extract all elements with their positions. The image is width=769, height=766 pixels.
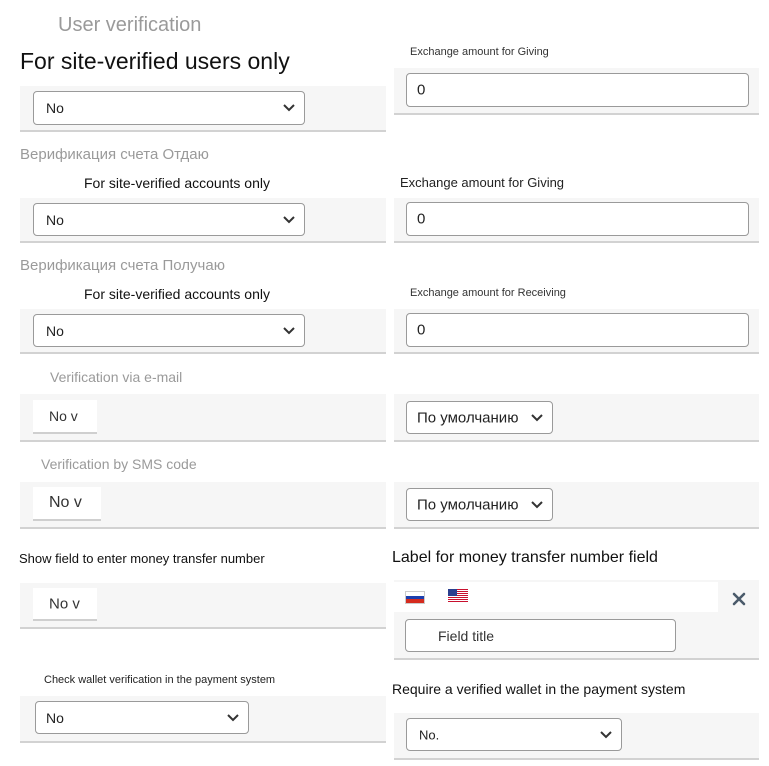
select-value: No (46, 322, 64, 339)
chevron-down-icon (600, 730, 612, 738)
wallet-verification-label: Check wallet verification in the payment… (44, 674, 276, 686)
verify-giving-select[interactable]: No (33, 203, 305, 236)
exchange-amount-receiving-label: Exchange amount for Receiving (410, 287, 566, 299)
field-title-input[interactable]: Field title (405, 619, 676, 652)
page-title: User verification (58, 14, 202, 36)
email-verification-label: Verification via e-mail (50, 369, 183, 385)
require-verified-wallet-select[interactable]: No. (406, 718, 622, 751)
transfer-number-toggle[interactable]: No v (33, 588, 97, 621)
exchange-amount-giving-label-2: Exchange amount for Giving (400, 175, 565, 190)
select-value: No (46, 211, 64, 228)
exchange-amount-giving-input-2[interactable]: 0 (406, 202, 749, 236)
email-verification-toggle[interactable]: No v (33, 400, 97, 434)
input-value: 0 (417, 210, 426, 228)
site-verified-users-label: For site-verified users only (20, 48, 290, 74)
input-placeholder: Field title (438, 627, 495, 644)
select-value: По умолчанию (417, 496, 519, 513)
verify-giving-label: For site-verified accounts only (84, 175, 270, 191)
select-value: По умолчанию (417, 409, 519, 426)
verify-giving-section-title: Верификация счета Отдаю (20, 146, 209, 163)
sms-verification-toggle[interactable]: No v (33, 487, 101, 521)
site-verified-users-select[interactable]: No (33, 91, 305, 125)
chevron-down-icon (531, 500, 543, 508)
chevron-down-icon (283, 104, 295, 112)
exchange-amount-giving-input[interactable]: 0 (406, 73, 749, 107)
verify-receiving-select[interactable]: No (33, 314, 305, 347)
toggle-value: No v (49, 595, 80, 612)
usa-flag-icon[interactable] (448, 589, 468, 602)
sms-default-select[interactable]: По умолчанию (406, 488, 553, 521)
verify-receiving-label: For site-verified accounts only (84, 286, 270, 302)
verify-receiving-section-title: Верификация счета Получаю (20, 257, 225, 274)
toggle-value: No v (49, 494, 82, 511)
email-default-select[interactable]: По умолчанию (406, 401, 553, 434)
sms-verification-label: Verification by SMS code (41, 456, 197, 472)
russia-flag-icon[interactable] (405, 591, 425, 604)
close-icon[interactable] (731, 591, 747, 607)
select-value: No. (419, 727, 440, 742)
exchange-amount-giving-label: Exchange amount for Giving (410, 46, 549, 58)
select-value: No (46, 709, 64, 726)
chevron-down-icon (227, 713, 239, 721)
transfer-number-label: Show field to enter money transfer numbe… (19, 551, 265, 566)
transfer-field-label: Label for money transfer number field (392, 549, 658, 566)
chevron-down-icon (283, 215, 295, 223)
input-value: 0 (417, 81, 426, 99)
chevron-down-icon (283, 326, 295, 334)
toggle-value: No v (49, 408, 78, 424)
require-verified-wallet-label: Require a verified wallet in the payment… (392, 681, 686, 697)
select-value: No (46, 100, 64, 116)
input-value: 0 (417, 321, 426, 339)
language-tabs (394, 582, 718, 612)
chevron-down-icon (531, 413, 543, 421)
wallet-verification-select[interactable]: No (35, 701, 249, 734)
exchange-amount-receiving-input[interactable]: 0 (406, 313, 749, 347)
